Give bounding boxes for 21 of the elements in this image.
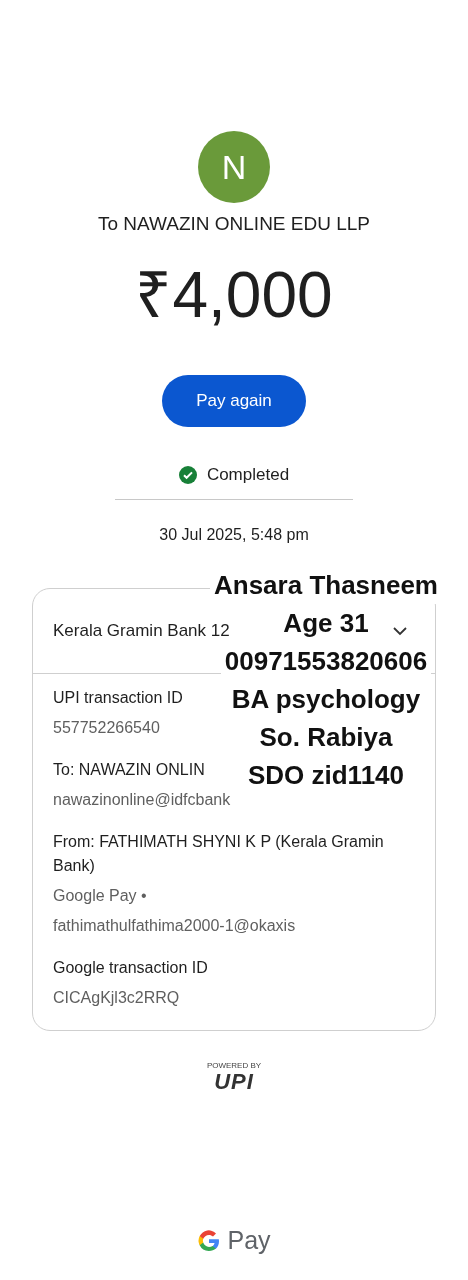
detail-label: From: FATHIMATH SHYNI K P (Kerala Gramin Bank) xyxy=(53,832,385,876)
detail-value: nawazinonline@idfcbank xyxy=(53,790,231,810)
pay-wordmark: Pay xyxy=(227,1226,271,1255)
powered-by-caption: POWERED BY xyxy=(206,1061,262,1070)
upi-logo: UPI xyxy=(214,1070,254,1094)
detail-value: CICAgKjl3c2RRQ xyxy=(53,988,180,1008)
detail-value: fathimathulfathima2000-1@okaxis xyxy=(53,916,296,936)
pay-again-button[interactable]: Pay again xyxy=(162,375,306,427)
status-label: Completed xyxy=(206,465,290,485)
amount: ₹4,000 xyxy=(135,258,333,333)
detail-value: 557752266540 xyxy=(53,718,160,738)
google-g-icon xyxy=(197,1228,222,1253)
transaction-date: 30 Jul 2025, 5:48 pm xyxy=(159,526,309,544)
detail-label: Google transaction ID xyxy=(53,958,208,978)
avatar: N xyxy=(198,131,270,203)
detail-label: To: NAWAZIN ONLIN xyxy=(53,760,205,780)
detail-label: UPI transaction ID xyxy=(53,688,183,708)
bank-name: Kerala Gramin Bank 12 xyxy=(53,621,230,641)
payee-title: To NAWAZIN ONLINE EDU LLP xyxy=(97,213,370,235)
chevron-icon[interactable] xyxy=(393,626,407,636)
detail-value: Google Pay • xyxy=(53,886,147,906)
